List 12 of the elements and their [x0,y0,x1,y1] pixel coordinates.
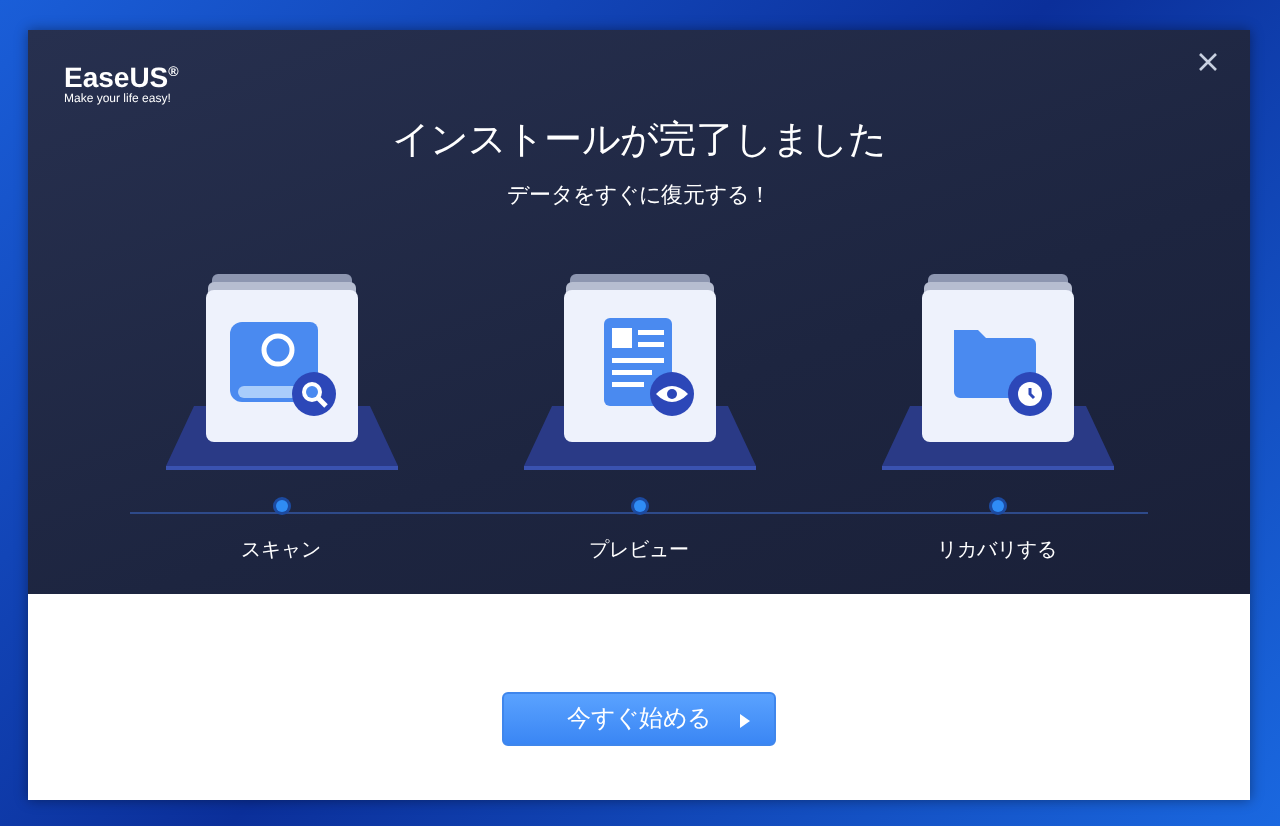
subtitle: データをすぐに復元する！ [507,180,771,210]
logo-text: EaseUS$^{®}$ [64,59,179,94]
step-dot [271,496,291,516]
step-dot [987,496,1007,516]
caret-icon [740,714,750,728]
window-title: インストールが完了しました [392,116,886,166]
close-icon[interactable] [1198,52,1218,72]
step-label: プレビュー [589,537,689,564]
start-button[interactable]: 今すぐ始める [502,692,776,746]
step-label: リカバリする [937,538,1057,564]
step-dot [629,496,649,516]
step-label: スキャン [241,538,321,564]
